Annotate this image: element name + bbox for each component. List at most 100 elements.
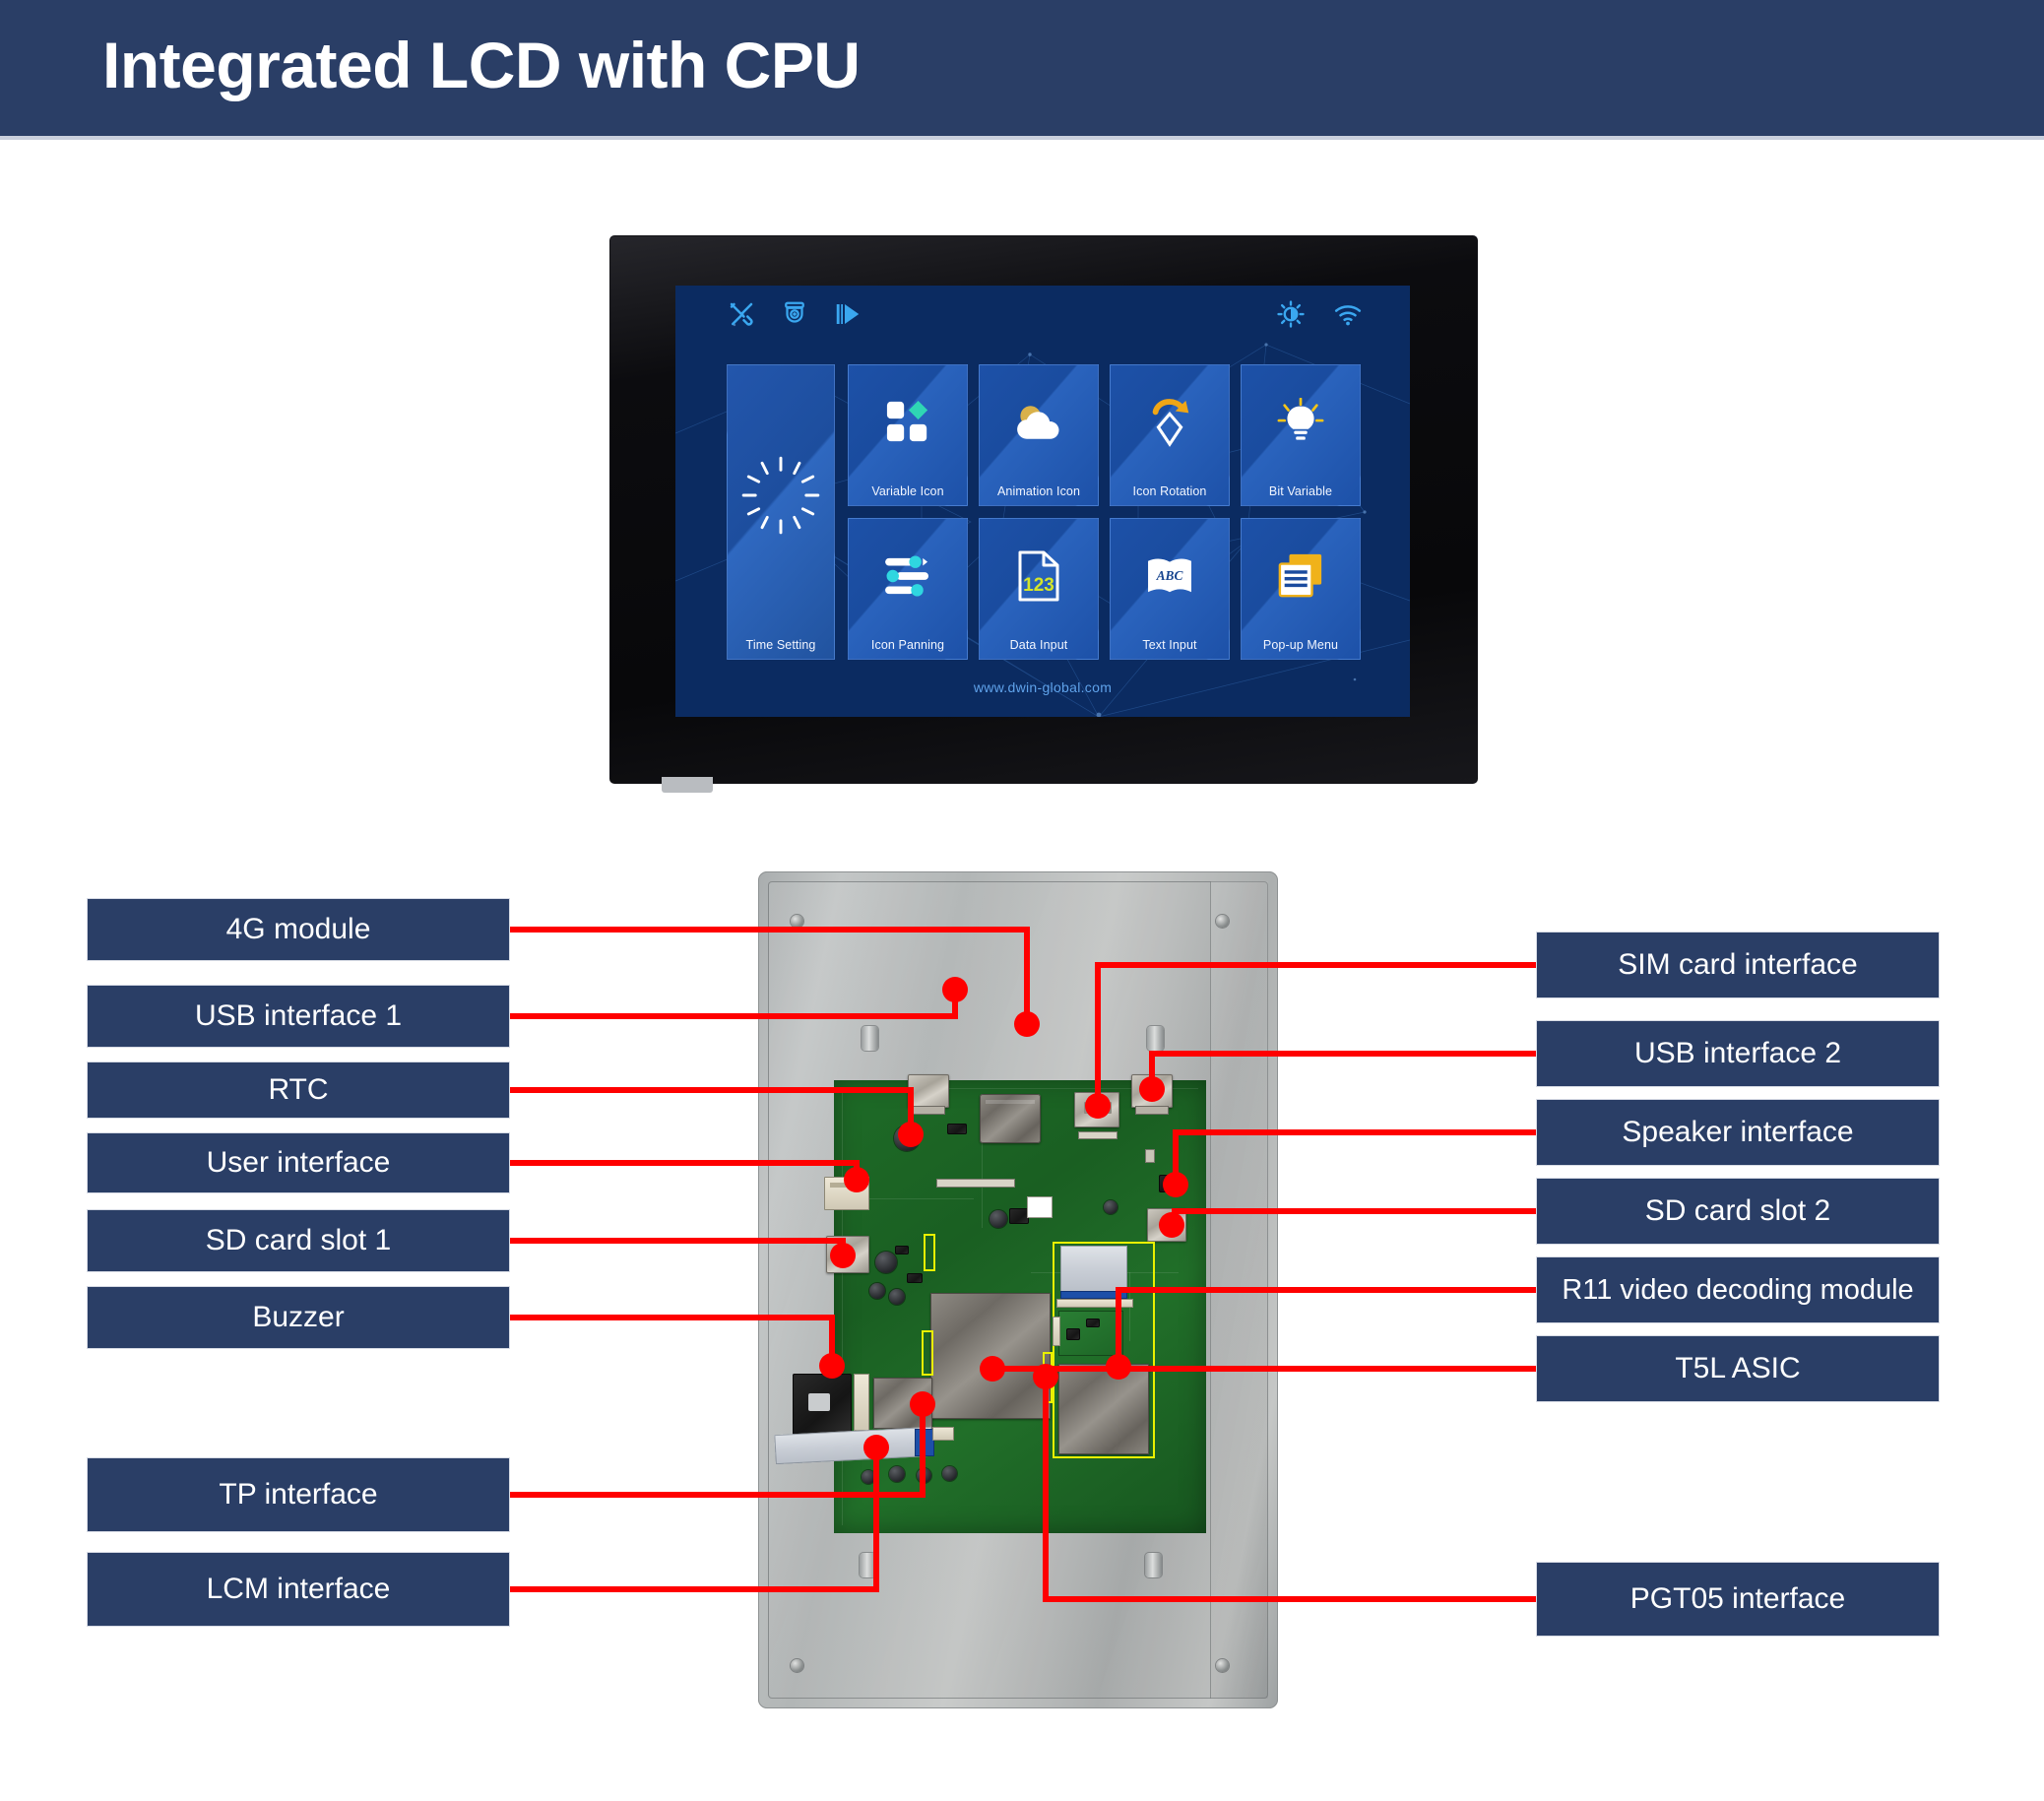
lcd-device-photo: Time Setting Variable Icon Animation Ico… <box>610 236 1477 783</box>
callout-speaker-interface[interactable]: Speaker interface <box>1536 1099 1940 1166</box>
four-squares-icon <box>849 365 967 480</box>
tile-time-setting[interactable]: Time Setting <box>727 364 835 660</box>
r11-ribbon-blue-stiffener <box>1060 1291 1127 1299</box>
callout-r11-video-decoding-module[interactable]: R11 video decoding module <box>1536 1256 1940 1323</box>
callout-pgt05-interface[interactable]: PGT05 interface <box>1536 1562 1940 1637</box>
smd-cap <box>1104 1200 1118 1214</box>
svg-text:ABC: ABC <box>1156 568 1184 583</box>
t5l-asic-shield <box>930 1293 1051 1419</box>
brightness-icon[interactable] <box>1276 299 1306 329</box>
lcd-screen: Time Setting Variable Icon Animation Ico… <box>675 286 1410 717</box>
pgt05-highlight-strip <box>1043 1352 1053 1403</box>
backplate-screw <box>791 915 803 928</box>
electrolytic-cap <box>862 1470 875 1484</box>
abc-book-icon: ABC <box>1111 519 1229 633</box>
r11-ribbon-cable <box>1060 1246 1127 1293</box>
callout-tp-interface[interactable]: TP interface <box>87 1457 510 1532</box>
screen-status-bar <box>675 286 1410 343</box>
window-list-icon <box>1242 519 1360 633</box>
callout-rtc[interactable]: RTC <box>87 1061 510 1119</box>
tile-label: Icon Panning <box>870 638 945 652</box>
inductor <box>990 1210 1007 1228</box>
backplate-standoff <box>862 1026 878 1051</box>
pin-header-strip <box>1078 1131 1118 1139</box>
callout-sim-card-interface[interactable]: SIM card interface <box>1536 932 1940 998</box>
r11-ffc-connector <box>1056 1299 1133 1308</box>
electrolytic-cap <box>889 1466 905 1482</box>
main-pcb <box>774 1074 1206 1533</box>
tile-animation-icon[interactable]: Animation Icon <box>979 364 1099 506</box>
backplate-screw <box>1216 1659 1229 1672</box>
tile-bit-variable[interactable]: Bit Variable <box>1241 364 1361 506</box>
screen-website-url: www.dwin-global.com <box>973 679 1113 695</box>
tools-icon[interactable] <box>727 299 756 329</box>
tile-variable-icon[interactable]: Variable Icon <box>848 364 968 506</box>
r11-chip <box>1066 1328 1080 1340</box>
tile-label: Pop-up Menu <box>1262 638 1339 652</box>
usb2-pins <box>1135 1106 1169 1115</box>
cctv-camera-icon[interactable] <box>780 299 809 329</box>
page-title: Integrated LCD with CPU <box>102 29 861 101</box>
screen-tile-grid: Time Setting Variable Icon Animation Ico… <box>727 364 1361 660</box>
callout-usb-interface-1[interactable]: USB interface 1 <box>87 985 510 1048</box>
electrolytic-cap <box>889 1289 905 1305</box>
callout-buzzer[interactable]: Buzzer <box>87 1286 510 1349</box>
header-divider <box>0 136 2044 140</box>
cloud-sun-icon <box>980 365 1098 480</box>
backplate-screw <box>1216 915 1229 928</box>
smd-ic <box>947 1124 967 1134</box>
tile-data-input[interactable]: 123 Data Input <box>979 518 1099 660</box>
callout-sd-card-slot-1[interactable]: SD card slot 1 <box>87 1209 510 1272</box>
backplate-standoff <box>1145 1553 1162 1577</box>
tile-icon-rotation[interactable]: Icon Rotation <box>1110 364 1230 506</box>
tile-popup-menu[interactable]: Pop-up Menu <box>1241 518 1361 660</box>
callout-t5l-asic[interactable]: T5L ASIC <box>1536 1335 1940 1402</box>
tile-icon-panning[interactable]: Icon Panning <box>848 518 968 660</box>
shield-marking <box>986 1100 1035 1104</box>
callout-lcm-interface[interactable]: LCM interface <box>87 1552 510 1627</box>
sd-card-slot-2 <box>1147 1208 1186 1242</box>
r11-chip <box>1086 1319 1100 1327</box>
rtc-battery <box>894 1126 920 1151</box>
clock-dial-icon <box>728 365 834 625</box>
smd-resistor <box>895 1246 909 1254</box>
tp-highlight-strip <box>922 1330 933 1376</box>
wifi-icon[interactable] <box>1333 299 1363 329</box>
sliders-icon <box>849 519 967 633</box>
lcm-ffc-connector <box>932 1427 954 1441</box>
backplate-standoff <box>860 1553 876 1577</box>
tp-ffc-connector <box>854 1374 869 1431</box>
lcd-driver-shield <box>873 1378 932 1429</box>
tile-label: Animation Icon <box>996 484 1081 498</box>
tile-label: Text Input <box>1142 638 1197 652</box>
backplate-right-strip <box>1210 881 1268 1699</box>
electrolytic-cap <box>917 1468 931 1483</box>
sd-card-slot-1 <box>826 1236 869 1273</box>
tile-label: Data Input <box>1009 638 1068 652</box>
callout-user-interface[interactable]: User interface <box>87 1132 510 1193</box>
usb-connector-1 <box>908 1074 949 1108</box>
callout-4g-module[interactable]: 4G module <box>87 898 510 961</box>
electrolytic-cap <box>875 1252 897 1273</box>
tile-label: Icon Rotation <box>1132 484 1207 498</box>
play-icon[interactable] <box>833 299 862 329</box>
electrolytic-cap <box>942 1466 957 1481</box>
callout-sd-card-slot-2[interactable]: SD card slot 2 <box>1536 1178 1940 1245</box>
file-123-icon: 123 <box>980 519 1098 633</box>
smd-resistor <box>907 1273 923 1283</box>
pin-header <box>936 1179 1015 1188</box>
tile-label: Variable Icon <box>871 484 944 498</box>
smd-component <box>1145 1149 1155 1163</box>
electrolytic-cap <box>869 1283 885 1299</box>
backplate-screw <box>791 1659 803 1672</box>
tile-text-input[interactable]: ABC Text Input <box>1110 518 1230 660</box>
callout-usb-interface-2[interactable]: USB interface 2 <box>1536 1020 1940 1087</box>
lcd-stand-tab <box>662 777 713 793</box>
rotation-arrow-icon <box>1111 365 1229 480</box>
lightbulb-icon <box>1242 365 1360 480</box>
speaker-interface-connector <box>1159 1175 1175 1192</box>
svg-text:123: 123 <box>1023 575 1054 596</box>
backplate-standoff <box>1147 1026 1164 1051</box>
lcm-highlight-strip <box>924 1234 935 1271</box>
status-icons-left <box>727 299 862 329</box>
